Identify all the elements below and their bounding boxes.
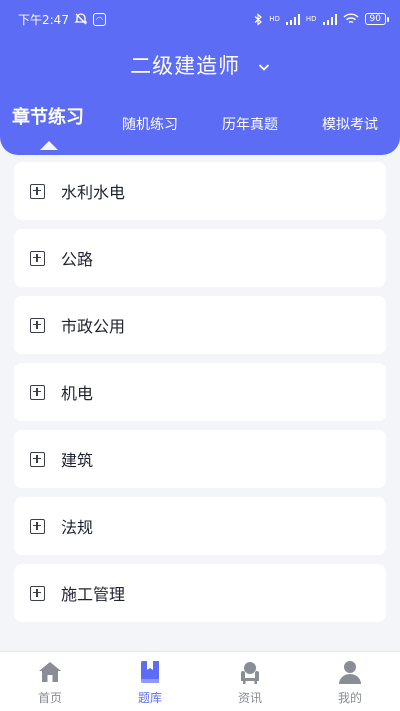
chapter-label: 建筑 [61,451,94,470]
nav-home[interactable]: 首页 [0,652,100,711]
nav-profile[interactable]: 我的 [300,652,400,711]
expand-icon [30,250,45,266]
mute-icon [74,13,88,25]
wifi-icon [343,13,359,24]
expand-icon [30,518,45,534]
home-icon [39,662,61,682]
expand-icon [30,317,45,333]
signal-2-label: HD [305,15,317,23]
nav-news[interactable]: 资讯 [200,652,300,711]
subject-selector[interactable]: 二级建造师 [0,50,400,80]
tab-random-practice[interactable]: 随机练习 [122,114,178,134]
signal-bars-2-icon [322,13,337,25]
chapter-label: 法规 [61,518,94,537]
expand-icon [30,384,45,400]
nav-label: 我的 [337,691,362,705]
chapter-list: 水利水电 公路 市政公用 机电 建筑 法规 施工管理 [14,162,386,631]
nav-label: 首页 [37,691,62,705]
signal-1-label: HD [269,15,280,23]
book-icon [141,661,159,683]
tab-mock-exam[interactable]: 模拟考试 [322,114,378,134]
nav-label: 资讯 [237,691,262,705]
chapter-label: 施工管理 [61,585,126,604]
tab-indicator [40,141,58,150]
status-time: 下午2:47 [18,12,69,27]
list-item[interactable]: 机电 [14,363,386,421]
profile-icon [339,661,361,684]
list-item[interactable]: 公路 [14,229,386,287]
battery-level: 90 [369,14,381,24]
list-item[interactable]: 建筑 [14,430,386,488]
chevron-down-icon [258,64,269,71]
news-icon [241,662,259,684]
header: 下午2:47 ◠ HD HD 90 二级建造师 章节练习 随机练习 历年真题 模… [0,0,400,155]
battery-icon: 90 [364,13,390,25]
tab-past-exams[interactable]: 历年真题 [222,114,278,134]
list-item[interactable]: 施工管理 [14,564,386,622]
chapter-label: 机电 [61,384,94,403]
list-item[interactable]: 法规 [14,497,386,555]
signal-bars-1-icon [285,13,300,25]
list-item[interactable]: 市政公用 [14,296,386,354]
chapter-label: 水利水电 [61,183,126,202]
nav-label: 题库 [137,691,162,705]
app-notification-icon: ◠ [92,12,106,26]
chapter-label: 市政公用 [61,317,126,336]
nav-question-bank[interactable]: 题库 [100,652,200,711]
expand-icon [30,183,45,199]
expand-icon [30,451,45,467]
tab-bar: 章节练习 随机练习 历年真题 模拟考试 [0,106,400,146]
status-bar: 下午2:47 ◠ HD HD 90 [0,0,400,38]
expand-icon [30,585,45,601]
tab-chapter-practice[interactable]: 章节练习 [12,103,84,129]
bottom-nav: 首页 题库 资讯 我的 [0,651,400,711]
page-title: 二级建造师 [130,54,241,78]
list-item[interactable]: 水利水电 [14,162,386,220]
bluetooth-icon [254,12,263,26]
chapter-label: 公路 [61,250,94,269]
